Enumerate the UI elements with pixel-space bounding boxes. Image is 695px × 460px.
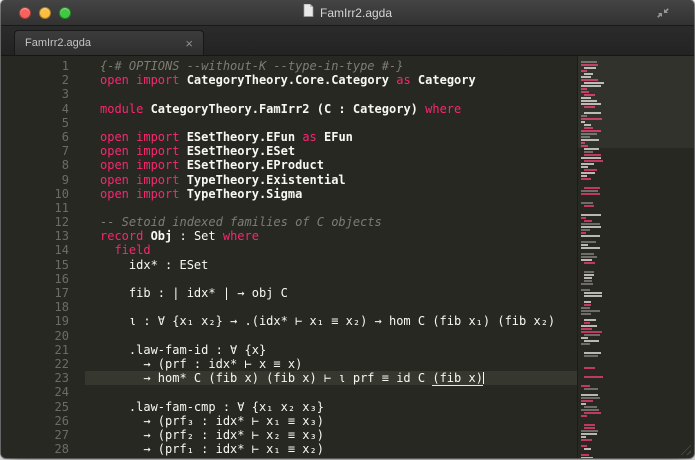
line-number: 25 [54,399,69,414]
line-number: 17 [54,286,69,300]
gutter: 1 2 3 4 5 6 7 8 9 10 11 12 13 14 15 16 17 18 19 20 21 22 23 24 2… [1,56,85,458]
code-line-14[interactable]: field [85,243,577,257]
code-line-3[interactable] [85,87,577,101]
code-line-18[interactable] [85,300,577,314]
code-line-13[interactable]: record Obj : Set where [85,229,577,243]
code-line-8[interactable]: open import ESetTheory.EProduct [85,158,577,172]
line-number: 20 [54,328,69,343]
line-number: 7 [61,144,69,159]
code-line-4[interactable]: module CategoryTheory.FamIrr2 (C : Categ… [85,102,577,116]
line-number: 6 [61,129,69,144]
line-number: 11 [54,200,69,215]
line-number: 1 [61,59,69,73]
code-line-7[interactable]: open import ESetTheory.ESet [85,144,577,158]
titlebar[interactable]: FamIrr2.agda [1,0,694,26]
document-icon [303,3,314,22]
line-number: 14 [54,243,69,258]
code-line-9[interactable]: open import TypeTheory.Existential [85,173,577,187]
line-number: 18 [54,300,69,315]
close-button[interactable] [19,7,31,19]
line-number: 23 [54,371,69,386]
line-number: 15 [54,257,69,272]
minimap-viewport[interactable] [578,56,694,148]
tab-close-icon[interactable]: × [185,37,193,50]
code-line-27[interactable]: → (prf₂ : idx* ⊢ x₂ ≡ x₃) [85,428,577,442]
code-line-25[interactable]: .law-fam-cmp : ∀ {x₁ x₂ x₃} [85,400,577,414]
code-line-1[interactable]: {-# OPTIONS --without-K --type-in-type #… [85,59,577,73]
line-number: 12 [54,215,69,230]
minimize-button[interactable] [39,7,51,19]
line-number: 9 [61,172,69,187]
line-number: 10 [54,186,69,201]
line-number: 3 [61,87,69,102]
line-number: 5 [61,115,69,130]
line-number: 21 [54,342,69,357]
text-caret [482,372,484,385]
title-group: FamIrr2.agda [303,3,393,22]
editor: 1 2 3 4 5 6 7 8 9 10 11 12 13 14 15 16 17 18 19 20 21 22 23 24 2… [1,56,694,458]
code-line-22[interactable]: → (prf : idx* ⊢ x ≡ x) [85,357,577,371]
code-line-26[interactable]: → (prf₃ : idx* ⊢ x₁ ≡ x₃) [85,414,577,428]
traffic-lights [19,7,71,19]
code-line-17[interactable]: fib : | idx* | → obj C [85,286,577,300]
code-line-10[interactable]: open import TypeTheory.Sigma [85,187,577,201]
code-line-20[interactable] [85,329,577,343]
line-number: 26 [54,413,69,428]
tab-famirr2[interactable]: FamIrr2.agda × [14,30,204,55]
line-number: 19 [54,314,69,329]
line-number: 24 [54,385,69,400]
zoom-button[interactable] [59,7,71,19]
code-line-12[interactable]: -- Setoid indexed families of C objects [85,215,577,229]
code-line-23[interactable]: → hom* C (fib x) (fib x) ⊢ ι prf ≡ id C … [85,371,577,387]
tab-label: FamIrr2.agda [25,37,92,49]
line-number: 8 [61,158,69,173]
line-number: 28 [54,442,69,457]
line-number: 13 [54,229,69,244]
code-line-24[interactable] [85,385,577,399]
line-number: 27 [54,427,69,442]
line-number: 16 [54,271,69,286]
fullscreen-icon[interactable] [656,6,670,25]
code-line-6[interactable]: open import ESetTheory.EFun as EFun [85,130,577,144]
code-line-11[interactable] [85,201,577,215]
window-title: FamIrr2.agda [319,5,393,20]
code-line-5[interactable] [85,116,577,130]
code-line-16[interactable] [85,272,577,286]
code-line-19[interactable]: ι : ∀ {x₁ x₂} → .(idx* ⊢ x₁ ≡ x₂) → hom … [85,314,577,328]
app-window: FamIrr2.agda FamIrr2.agda × 1 2 3 4 5 6 7 8 9 10 1… [1,0,694,458]
code-line-28[interactable]: → (prf₁ : idx* ⊢ x₁ ≡ x₂) [85,442,577,456]
line-number: 2 [61,73,69,88]
line-number: 4 [61,101,69,116]
code-line-21[interactable]: .law-fam-id : ∀ {x} [85,343,577,357]
tabbar: FamIrr2.agda × [1,26,694,56]
minimap[interactable] [577,56,694,458]
code-lines[interactable]: {-# OPTIONS --without-K --type-in-type #… [85,56,577,458]
line-number: 22 [54,356,69,371]
code-line-15[interactable]: idx* : ESet [85,258,577,272]
code-line-2[interactable]: open import CategoryTheory.Core.Category… [85,73,577,87]
